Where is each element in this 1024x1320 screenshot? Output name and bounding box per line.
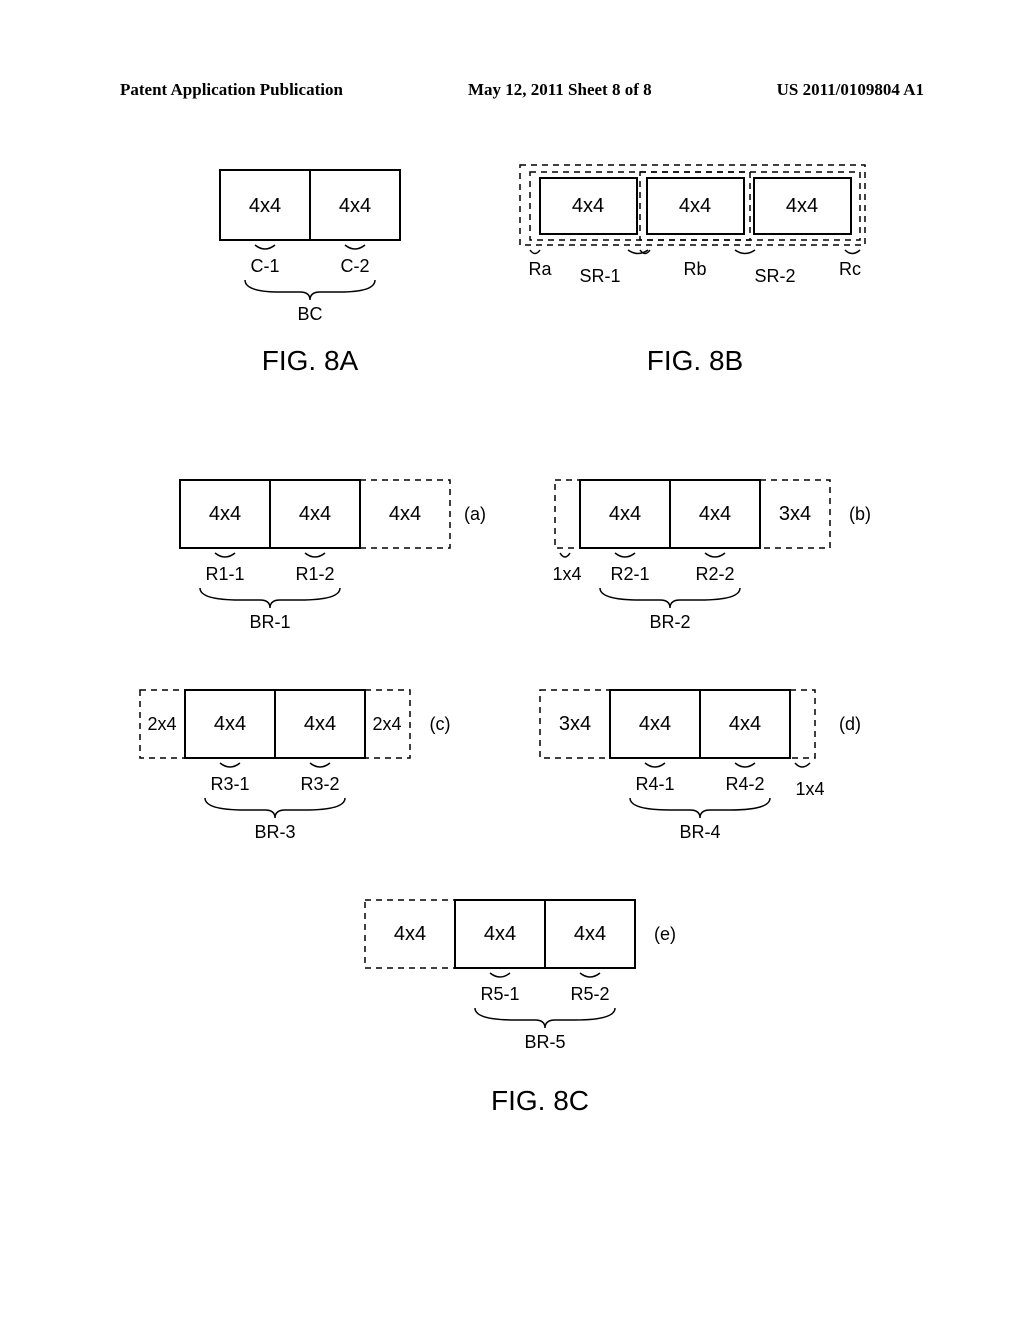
a-br: BR-1 bbox=[249, 612, 290, 632]
label-sr2: SR-2 bbox=[754, 266, 795, 286]
label-rc: Rc bbox=[839, 259, 861, 279]
c-r2: R3-2 bbox=[300, 774, 339, 794]
label-rb: Rb bbox=[683, 259, 706, 279]
d-r1: R4-1 bbox=[635, 774, 674, 794]
header-right: US 2011/0109804 A1 bbox=[777, 80, 924, 100]
header-center: May 12, 2011 Sheet 8 of 8 bbox=[468, 80, 652, 100]
label-c1: C-1 bbox=[250, 256, 279, 276]
fig-8c: 4x4 4x4 4x4 (a) R1-1 R1-2 BR-1 4x4 4x4 3… bbox=[120, 470, 970, 1170]
fig-8c-title: FIG. 8C bbox=[491, 1085, 589, 1116]
b-r1: R2-1 bbox=[610, 564, 649, 584]
c-br: BR-3 bbox=[254, 822, 295, 842]
d-tag: (d) bbox=[839, 714, 861, 734]
b-tag: (b) bbox=[849, 504, 871, 524]
e-c1: 4x4 bbox=[394, 923, 426, 945]
label-sr1: SR-1 bbox=[579, 266, 620, 286]
cell-c2: 4x4 bbox=[339, 195, 371, 217]
e-r2: R5-2 bbox=[570, 984, 609, 1004]
e-tag: (e) bbox=[654, 924, 676, 944]
fig-8a: 4x4 4x4 C-1 C-2 BC FIG. 8A bbox=[200, 160, 450, 390]
a-r2: R1-2 bbox=[295, 564, 334, 584]
a-c1: 4x4 bbox=[209, 503, 241, 525]
c-tag: (c) bbox=[430, 714, 451, 734]
variant-c: 2x4 4x4 4x4 2x4 (c) R3-1 R3-2 BR-3 bbox=[140, 690, 451, 842]
c-c1: 4x4 bbox=[214, 713, 246, 735]
b-c2: 4x4 bbox=[699, 503, 731, 525]
page: Patent Application Publication May 12, 2… bbox=[0, 0, 1024, 1320]
fig-8b-title: FIG. 8B bbox=[647, 345, 743, 376]
e-c3: 4x4 bbox=[574, 923, 606, 945]
e-br: BR-5 bbox=[524, 1032, 565, 1052]
label-c2: C-2 bbox=[340, 256, 369, 276]
a-r1: R1-1 bbox=[205, 564, 244, 584]
header-left: Patent Application Publication bbox=[120, 80, 343, 100]
d-c2: 4x4 bbox=[729, 713, 761, 735]
d-c1: 4x4 bbox=[639, 713, 671, 735]
cell-rc: 4x4 bbox=[786, 195, 818, 217]
a-tag: (a) bbox=[464, 504, 486, 524]
a-c2: 4x4 bbox=[299, 503, 331, 525]
e-c2: 4x4 bbox=[484, 923, 516, 945]
page-header: Patent Application Publication May 12, 2… bbox=[120, 80, 924, 100]
e-r1: R5-1 bbox=[480, 984, 519, 1004]
b-c1: 4x4 bbox=[609, 503, 641, 525]
cell-ra: 4x4 bbox=[572, 195, 604, 217]
d-trail: 1x4 bbox=[795, 779, 824, 799]
cell-rb: 4x4 bbox=[679, 195, 711, 217]
a-c3: 4x4 bbox=[389, 503, 421, 525]
cell-c1: 4x4 bbox=[249, 195, 281, 217]
variant-d: 3x4 4x4 4x4 (d) R4-1 R4-2 1x4 BR-4 bbox=[540, 690, 861, 842]
label-ra: Ra bbox=[528, 259, 552, 279]
fig-8a-title: FIG. 8A bbox=[262, 345, 359, 376]
fig-8b: 4x4 4x4 4x4 Ra SR-1 Rb SR-2 Rc FIG. 8B bbox=[510, 160, 880, 390]
d-br: BR-4 bbox=[679, 822, 720, 842]
variant-b: 4x4 4x4 3x4 (b) 1x4 R2-1 R2-2 BR-2 bbox=[552, 480, 871, 632]
b-br: BR-2 bbox=[649, 612, 690, 632]
label-bc: BC bbox=[297, 304, 322, 324]
d-r2: R4-2 bbox=[725, 774, 764, 794]
b-lead: 1x4 bbox=[552, 564, 581, 584]
variant-e: 4x4 4x4 4x4 (e) R5-1 R5-2 BR-5 bbox=[365, 900, 676, 1052]
b-c3: 3x4 bbox=[779, 503, 811, 525]
c-c2: 4x4 bbox=[304, 713, 336, 735]
variant-a: 4x4 4x4 4x4 (a) R1-1 R1-2 BR-1 bbox=[180, 480, 486, 632]
d-lead: 3x4 bbox=[559, 713, 591, 735]
c-lead: 2x4 bbox=[147, 714, 176, 734]
c-c3: 2x4 bbox=[372, 714, 401, 734]
b-r2: R2-2 bbox=[695, 564, 734, 584]
c-r1: R3-1 bbox=[210, 774, 249, 794]
